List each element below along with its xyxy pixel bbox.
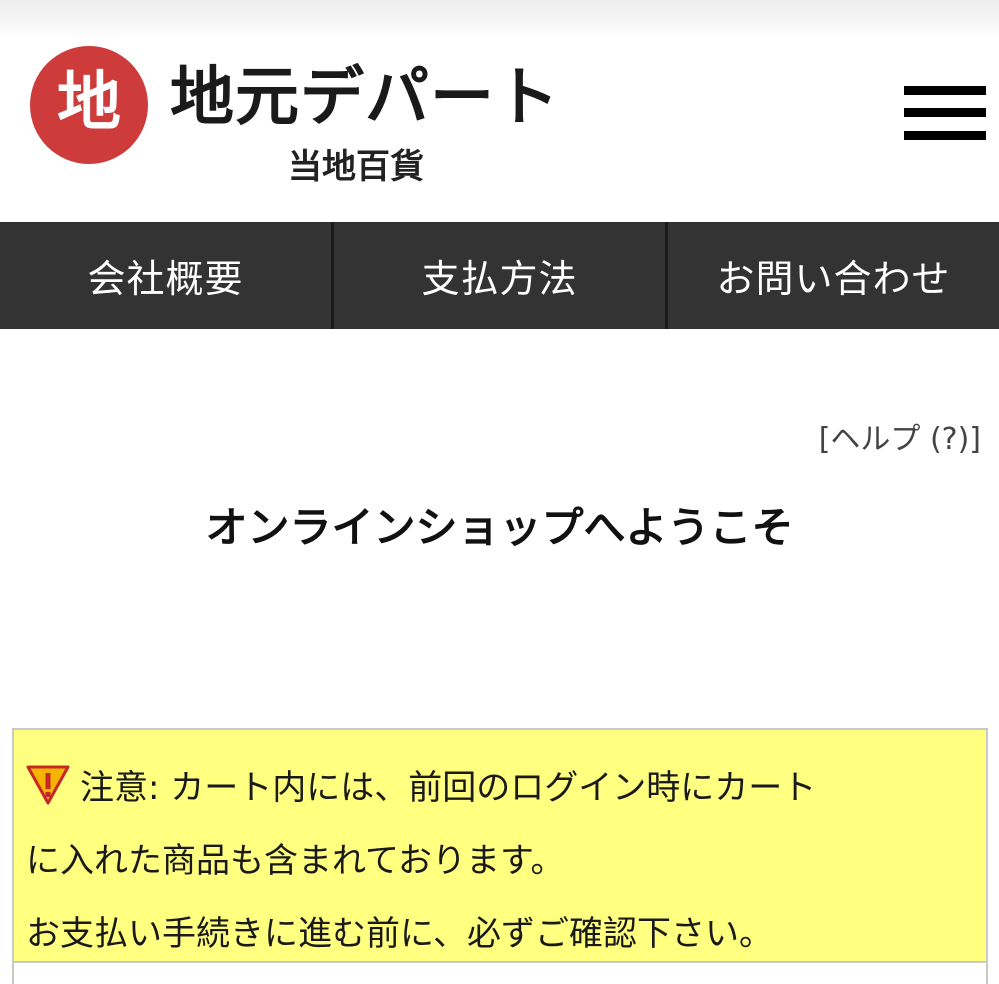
help-link[interactable]: [ヘルプ (?)] bbox=[819, 414, 981, 458]
menu-bar bbox=[904, 86, 986, 95]
site-logo[interactable]: 地 地元デパート 当地百貨 bbox=[30, 44, 570, 204]
notice-text-1: 注意: カート内には、前回のログイン時にカート bbox=[80, 768, 817, 808]
menu-bar bbox=[904, 108, 986, 117]
nav-item-payment[interactable]: 支払方法 bbox=[334, 222, 668, 329]
content-box-edge bbox=[12, 963, 988, 984]
page-title: オンラインショップへようこそ bbox=[205, 503, 794, 552]
logo-title: 地元デパート bbox=[170, 61, 560, 135]
warning-icon bbox=[26, 765, 70, 805]
logo-mark-text: 地 bbox=[57, 66, 121, 140]
nav-item-company[interactable]: 会社概要 bbox=[0, 222, 334, 329]
notice-line-3: お支払い手続きに進む前に、必ずご確認下さい。 bbox=[26, 914, 773, 954]
menu-bar bbox=[904, 131, 986, 140]
site-header: 地 地元デパート 当地百貨 bbox=[0, 0, 999, 222]
logo-subtitle: 当地百貨 bbox=[288, 147, 424, 187]
notice-line-2: に入れた商品も含まれております。 bbox=[26, 841, 565, 881]
logo-mark: 地 bbox=[30, 46, 148, 164]
hamburger-menu-icon[interactable] bbox=[904, 86, 986, 146]
cart-notice: 注意: カート内には、前回のログイン時にカート に入れた商品も含まれております。… bbox=[12, 728, 988, 963]
nav-item-contact[interactable]: お問い合わせ bbox=[668, 222, 999, 329]
notice-line-1: 注意: カート内には、前回のログイン時にカート bbox=[26, 752, 970, 825]
main-nav: 会社概要 支払方法 お問い合わせ bbox=[0, 222, 999, 329]
